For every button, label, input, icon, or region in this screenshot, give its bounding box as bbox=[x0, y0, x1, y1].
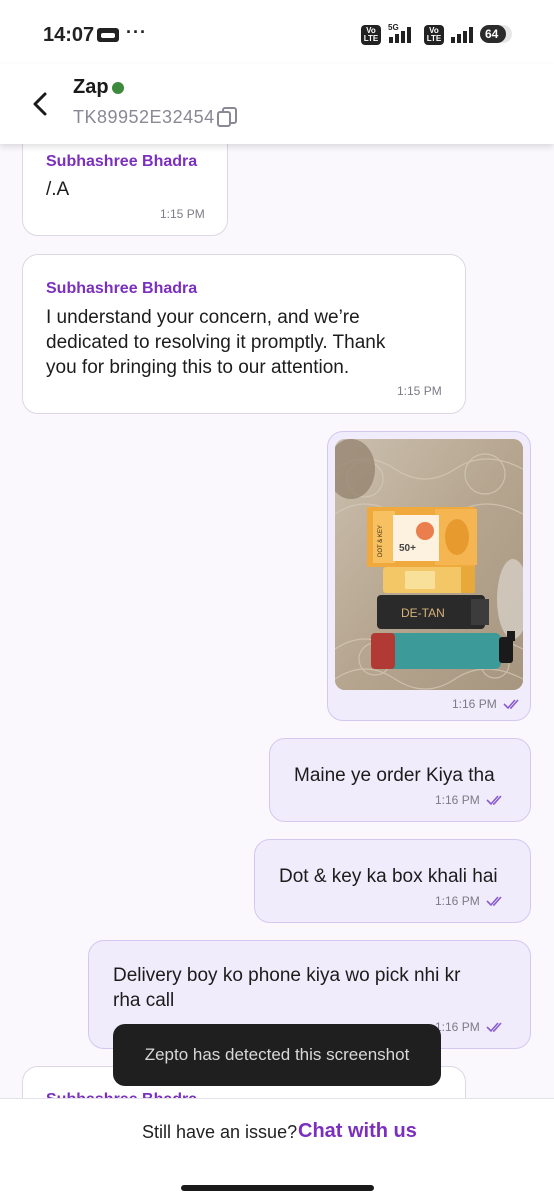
message-time: 1:15 PM bbox=[160, 207, 205, 221]
incoming-message: Subhashree Bhadra I understand your conc… bbox=[22, 254, 466, 414]
sender-name: Subhashree Bhadra bbox=[46, 153, 198, 170]
battery-level: 64 bbox=[485, 27, 499, 41]
message-text: Dot & key ka box khali hai bbox=[279, 866, 498, 887]
message-time: 1:16 PM bbox=[435, 793, 480, 807]
message-text-line: I understand your concern, and we’re bbox=[46, 307, 360, 328]
status-bar: 14:07 ··· Vo LTE 5G Vo LTE 64 bbox=[0, 0, 554, 64]
call-icon bbox=[97, 28, 119, 42]
svg-text:50+: 50+ bbox=[399, 543, 416, 554]
svg-text:DOT & KEY: DOT & KEY bbox=[378, 525, 384, 557]
signal-icon bbox=[451, 27, 473, 43]
back-arrow-icon[interactable] bbox=[28, 90, 52, 118]
message-text-line: Delivery boy ko phone kiya wo pick nhi k… bbox=[113, 965, 461, 986]
ticket-id: TK89952E32454 bbox=[73, 107, 215, 127]
attached-photo[interactable]: DOT & KEY 50+ DE-TAN bbox=[335, 439, 523, 690]
chat-with-us-link[interactable]: Chat with us bbox=[298, 1120, 417, 1143]
message-text: Maine ye order Kiya tha bbox=[294, 765, 495, 786]
read-receipt-icon bbox=[503, 699, 519, 710]
outgoing-message: Dot & key ka box khali hai 1:16 PM bbox=[254, 839, 531, 923]
message-text-line: dedicated to resolving it promptly. Than… bbox=[46, 332, 386, 353]
outgoing-message: Maine ye order Kiya tha 1:16 PM bbox=[269, 738, 531, 822]
support-footer: Still have an issue? Chat with us bbox=[0, 1098, 554, 1174]
chat-title: Zap bbox=[73, 76, 109, 98]
battery-icon: 64 bbox=[480, 25, 512, 43]
message-time: 1:16 PM bbox=[452, 697, 497, 711]
toast-text: Zepto has detected this screenshot bbox=[144, 1045, 410, 1064]
status-time: 14:07 bbox=[43, 24, 95, 46]
screenshot-toast: Zepto has detected this screenshot bbox=[113, 1024, 441, 1086]
volte-badge: Vo LTE bbox=[424, 25, 444, 45]
message-text-line: you for bringing this to our attention. bbox=[46, 357, 350, 378]
system-nav-area bbox=[0, 1173, 554, 1199]
message-time: 1:16 PM bbox=[435, 894, 480, 908]
message-text: /.A bbox=[46, 179, 70, 200]
home-indicator[interactable] bbox=[181, 1185, 374, 1191]
signal-icon bbox=[389, 27, 411, 43]
footer-question: Still have an issue? bbox=[142, 1122, 298, 1142]
volte-badge: Vo LTE bbox=[361, 25, 381, 45]
sender-name: Subhashree Bhadra bbox=[46, 280, 198, 297]
read-receipt-icon bbox=[486, 795, 502, 806]
message-time: 1:16 PM bbox=[435, 1020, 480, 1034]
online-status-dot bbox=[112, 82, 124, 94]
more-notifications: ··· bbox=[126, 22, 147, 42]
message-text-line: rha call bbox=[113, 990, 175, 1011]
message-time: 1:15 PM bbox=[397, 384, 442, 398]
read-receipt-icon bbox=[486, 1022, 502, 1033]
chat-header: Zap TK89952E32454 bbox=[0, 64, 554, 144]
svg-text:DE-TAN: DE-TAN bbox=[401, 606, 445, 620]
copy-icon[interactable] bbox=[216, 106, 238, 128]
outgoing-image-message[interactable]: DOT & KEY 50+ DE-TAN 1:16 PM bbox=[327, 431, 531, 721]
read-receipt-icon bbox=[486, 896, 502, 907]
